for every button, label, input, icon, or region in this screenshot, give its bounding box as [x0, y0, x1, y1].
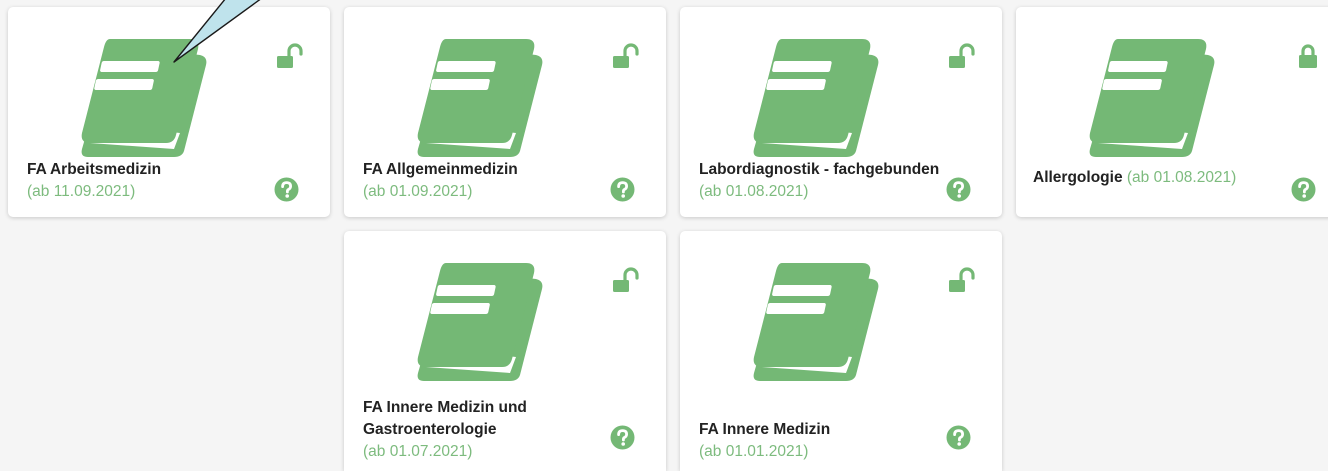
book-icon: [72, 33, 212, 159]
help-icon[interactable]: [946, 177, 971, 202]
course-card-arbeitsmedizin[interactable]: FA Arbeitsmedizin (ab 11.09.2021): [8, 7, 330, 217]
book-icon: [408, 33, 548, 159]
help-icon[interactable]: [946, 425, 971, 450]
card-caption: Labordiagnostik - fachgebunden (ab 01.08…: [699, 159, 942, 203]
course-card-gastroenterologie[interactable]: FA Innere Medizin und Gastroenterologie …: [344, 231, 666, 471]
card-title: Allergologie: [1033, 169, 1123, 186]
lock-closed-icon[interactable]: [1294, 43, 1322, 71]
card-caption: FA Allgemeinmedizin (ab 01.09.2021): [363, 159, 596, 203]
book-icon: [408, 257, 548, 383]
lock-open-icon[interactable]: [612, 267, 640, 295]
card-caption: FA Innere Medizin (ab 01.01.2021): [699, 419, 932, 463]
card-title: FA Innere Medizin: [699, 421, 831, 438]
card-title: FA Innere Medizin und Gastroenterologie: [363, 399, 527, 438]
course-card-innere-medizin[interactable]: FA Innere Medizin (ab 01.01.2021): [680, 231, 1002, 471]
lock-open-icon[interactable]: [948, 267, 976, 295]
course-card-allergologie[interactable]: Allergologie (ab 01.08.2021): [1016, 7, 1328, 217]
help-icon[interactable]: [274, 177, 299, 202]
card-date: (ab 11.09.2021): [27, 183, 136, 200]
book-icon: [1080, 33, 1220, 159]
card-title: Labordiagnostik - fachgebunden: [699, 161, 940, 178]
card-caption: FA Innere Medizin und Gastroenterologie …: [363, 397, 596, 463]
book-icon: [744, 257, 884, 383]
card-date: (ab 01.08.2021): [699, 183, 809, 200]
card-date: (ab 01.08.2021): [1126, 169, 1237, 186]
lock-open-icon[interactable]: [612, 43, 640, 71]
book-icon: [744, 33, 884, 159]
card-title: FA Arbeitsmedizin: [27, 161, 162, 178]
help-icon[interactable]: [610, 177, 635, 202]
help-icon[interactable]: [1291, 177, 1316, 202]
card-caption: FA Arbeitsmedizin (ab 11.09.2021): [27, 159, 260, 203]
lock-open-icon[interactable]: [276, 43, 304, 71]
card-title: FA Allgemeinmedizin: [363, 161, 518, 178]
card-date: (ab 01.09.2021): [363, 183, 473, 200]
card-caption: Allergologie (ab 01.08.2021): [1033, 167, 1278, 189]
course-card-allgemeinmedizin[interactable]: FA Allgemeinmedizin (ab 01.09.2021): [344, 7, 666, 217]
course-card-labordiagnostik[interactable]: Labordiagnostik - fachgebunden (ab 01.08…: [680, 7, 1002, 217]
lock-open-icon[interactable]: [948, 43, 976, 71]
help-icon[interactable]: [610, 425, 635, 450]
